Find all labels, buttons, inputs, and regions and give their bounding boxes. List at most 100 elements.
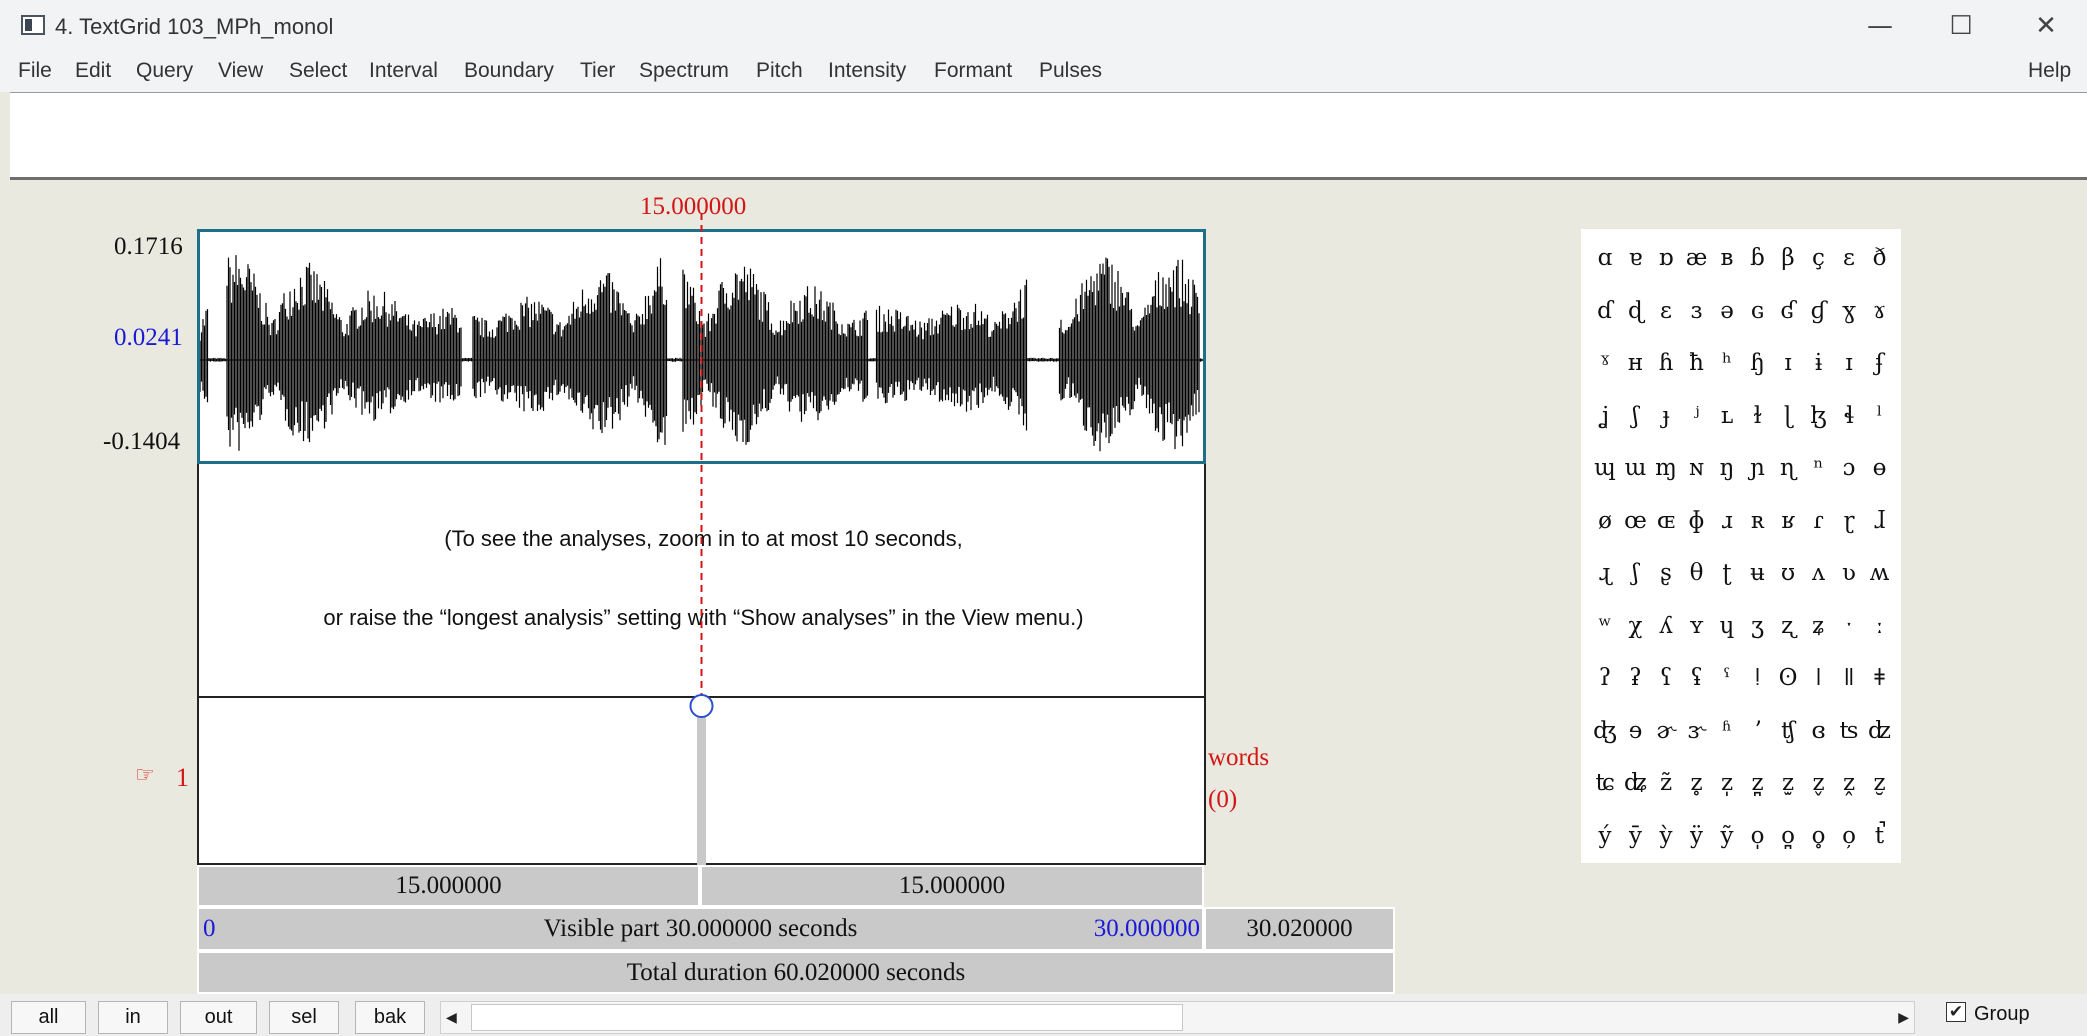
ipa-symbol-button[interactable]: ɝ	[1681, 704, 1713, 758]
ipa-symbol-button[interactable]: ʍ	[1864, 546, 1896, 600]
ipa-symbol-button[interactable]: ɑ	[1589, 231, 1621, 285]
ipa-symbol-button[interactable]: ə	[1711, 284, 1743, 338]
ipa-symbol-button[interactable]: ɫ	[1742, 389, 1774, 443]
zoom-out-button[interactable]: out	[180, 1001, 257, 1034]
ipa-symbol-button[interactable]: z̮	[1864, 756, 1896, 810]
ipa-symbol-button[interactable]: z̪	[1742, 756, 1774, 810]
ipa-symbol-button[interactable]: ʃ	[1620, 546, 1652, 600]
ipa-symbol-button[interactable]: ɰ	[1589, 441, 1621, 495]
ipa-symbol-button[interactable]: z̩	[1711, 756, 1743, 810]
ipa-symbol-button[interactable]: ɸ	[1681, 494, 1713, 548]
ipa-symbol-button[interactable]: ɚ	[1650, 704, 1682, 758]
ipa-symbol-button[interactable]: ʜ	[1620, 336, 1652, 390]
ipa-symbol-button[interactable]: ɤ	[1864, 284, 1896, 338]
ipa-symbol-button[interactable]: ʣ	[1864, 704, 1896, 758]
ipa-symbol-button[interactable]: ʎ	[1650, 599, 1682, 653]
menu-select[interactable]: Select	[289, 59, 347, 83]
ipa-symbol-button[interactable]: ʔ	[1589, 651, 1621, 705]
ipa-symbol-button[interactable]: ɥ	[1711, 599, 1743, 653]
scroll-right-arrow-icon[interactable]: ▶	[1898, 1010, 1909, 1026]
ipa-symbol-button[interactable]: ː	[1864, 599, 1896, 653]
ipa-symbol-button[interactable]: ʰ	[1711, 336, 1743, 390]
ipa-symbol-button[interactable]: ʃ	[1620, 389, 1652, 443]
ipa-symbol-button[interactable]: ɓ	[1742, 231, 1774, 285]
menu-pulses[interactable]: Pulses	[1039, 59, 1102, 83]
ipa-symbol-button[interactable]: ʒ	[1742, 599, 1774, 653]
ipa-symbol-button[interactable]: ʦ	[1833, 704, 1865, 758]
ipa-symbol-button[interactable]: z̫	[1772, 756, 1804, 810]
ipa-symbol-button[interactable]: o̥	[1803, 809, 1835, 863]
zoom-selection-button[interactable]: sel	[269, 1001, 339, 1034]
minimize-icon[interactable]: —	[1852, 8, 1908, 44]
ipa-symbol-button[interactable]: ʨ	[1589, 756, 1621, 810]
total-duration-bar[interactable]: Total duration 60.020000 seconds	[197, 951, 1395, 994]
interval-text-field[interactable]	[10, 92, 2087, 180]
menu-pitch[interactable]: Pitch	[756, 59, 803, 83]
ipa-symbol-button[interactable]: ỳ	[1650, 809, 1682, 863]
ipa-symbol-button[interactable]: z̭	[1833, 756, 1865, 810]
ipa-symbol-button[interactable]: ɛ	[1833, 231, 1865, 285]
menu-query[interactable]: Query	[136, 59, 193, 83]
ipa-symbol-button[interactable]: β	[1772, 231, 1804, 285]
close-icon[interactable]: ✕	[2018, 8, 2074, 44]
maximize-icon[interactable]: ☐	[1933, 8, 1989, 44]
tier-number[interactable]: 1	[176, 763, 189, 793]
ipa-symbol-button[interactable]: ʡ	[1620, 651, 1652, 705]
ipa-symbol-button[interactable]: ʱ	[1711, 704, 1743, 758]
menu-boundary[interactable]: Boundary	[464, 59, 554, 83]
menu-help[interactable]: Help	[2028, 59, 2071, 83]
ipa-symbol-button[interactable]: ɻ	[1589, 546, 1621, 600]
ipa-symbol-button[interactable]: θ	[1681, 546, 1713, 600]
ipa-symbol-button[interactable]: ɛ	[1650, 284, 1682, 338]
ipa-symbol-button[interactable]: ɵ	[1864, 441, 1896, 495]
tier-panel[interactable]	[197, 696, 1206, 865]
ipa-symbol-button[interactable]: ɘ	[1620, 704, 1652, 758]
ipa-symbol-button[interactable]: ɦ	[1650, 336, 1682, 390]
ipa-symbol-button[interactable]: o̦	[1833, 809, 1865, 863]
ipa-symbol-button[interactable]: ʟ	[1711, 389, 1743, 443]
ipa-symbol-button[interactable]: ɪ	[1772, 336, 1804, 390]
ipa-symbol-button[interactable]: ˡ	[1864, 389, 1896, 443]
ipa-symbol-button[interactable]: ç	[1803, 231, 1835, 285]
ipa-symbol-button[interactable]: ɔ	[1833, 441, 1865, 495]
ipa-symbol-button[interactable]: ǂ	[1864, 651, 1896, 705]
ipa-symbol-button[interactable]: ɾ	[1803, 494, 1835, 548]
visible-part-bar[interactable]: 0 Visible part 30.000000 seconds 30.0000…	[197, 907, 1204, 951]
ipa-symbol-button[interactable]: ÿ	[1681, 809, 1713, 863]
time-scrollbar[interactable]: ◀ ▶	[440, 1001, 1915, 1034]
ipa-symbol-button[interactable]: ɶ	[1650, 494, 1682, 548]
ipa-symbol-button[interactable]: ɠ	[1803, 284, 1835, 338]
ipa-symbol-button[interactable]: ʢ	[1681, 651, 1713, 705]
ipa-symbol-button[interactable]: ʐ	[1772, 599, 1804, 653]
group-checkbox[interactable]: ✔	[1946, 1002, 1966, 1022]
ipa-symbol-button[interactable]: ɭ	[1772, 389, 1804, 443]
ipa-symbol-button[interactable]: ʋ	[1833, 546, 1865, 600]
ipa-symbol-button[interactable]: ɢ	[1742, 284, 1774, 338]
scroll-left-arrow-icon[interactable]: ◀	[446, 1010, 457, 1026]
ipa-symbol-button[interactable]: ʉ	[1742, 546, 1774, 600]
ipa-symbol-button[interactable]: ʛ	[1772, 284, 1804, 338]
time-segment-right[interactable]: 15.000000	[700, 865, 1204, 907]
ipa-symbol-button[interactable]: ɪ	[1833, 336, 1865, 390]
ipa-symbol-button[interactable]: ɧ	[1742, 336, 1774, 390]
ipa-symbol-button[interactable]: z̬	[1803, 756, 1835, 810]
ipa-symbol-button[interactable]: ɟ	[1650, 389, 1682, 443]
ipa-symbol-button[interactable]: ɲ	[1742, 441, 1774, 495]
ipa-symbol-button[interactable]: t̚	[1864, 809, 1896, 863]
waveform-panel[interactable]	[197, 229, 1206, 464]
ipa-symbol-button[interactable]: ɮ	[1803, 389, 1835, 443]
ipa-symbol-button[interactable]: ɗ	[1589, 284, 1621, 338]
ipa-symbol-button[interactable]: ø	[1589, 494, 1621, 548]
ipa-symbol-button[interactable]: ʌ	[1803, 546, 1835, 600]
ipa-symbol-button[interactable]: ʁ	[1772, 494, 1804, 548]
ipa-symbol-button[interactable]: ɨ	[1803, 336, 1835, 390]
menu-intensity[interactable]: Intensity	[828, 59, 906, 83]
ipa-symbol-button[interactable]: ɺ	[1864, 494, 1896, 548]
ipa-symbol-button[interactable]: ħ	[1681, 336, 1713, 390]
ipa-symbol-button[interactable]: ɯ	[1620, 441, 1652, 495]
after-visible-bar[interactable]: 30.020000	[1204, 907, 1395, 951]
ipa-symbol-button[interactable]: ǃ	[1742, 651, 1774, 705]
menu-view[interactable]: View	[218, 59, 263, 83]
analysis-panel[interactable]: (To see the analyses, zoom in to at most…	[197, 464, 1206, 696]
ipa-symbol-button[interactable]: ɐ	[1620, 231, 1652, 285]
